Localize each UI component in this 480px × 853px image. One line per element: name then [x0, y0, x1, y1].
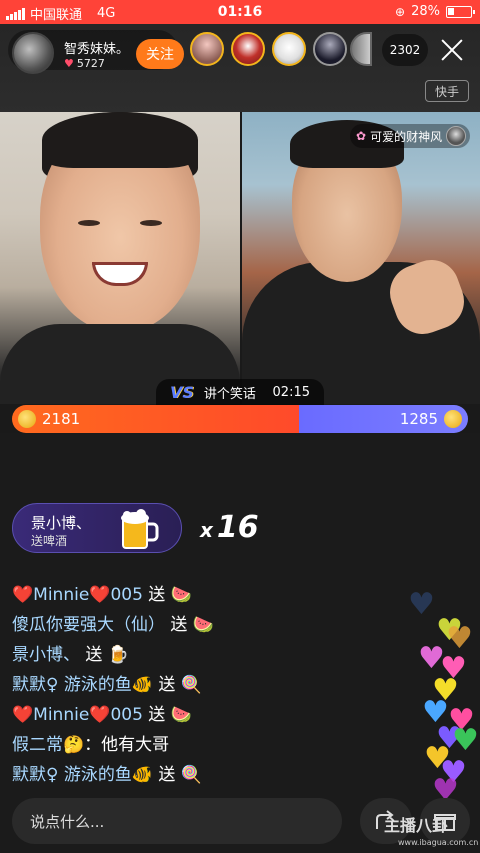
- pk-score-left: 2181: [12, 405, 300, 433]
- comment-input[interactable]: 说点什么...: [12, 798, 342, 844]
- vs-icon: VS: [170, 382, 194, 402]
- host-video[interactable]: [0, 112, 240, 404]
- watermark-text: 主播八卦: [384, 816, 449, 835]
- gift-sender: 景小博、: [31, 514, 92, 532]
- pk-left-score: 2181: [42, 410, 81, 428]
- viewer-count[interactable]: 2302: [382, 34, 428, 66]
- chat-message: 默默♀ 游泳的鱼🐠 送 🍭: [12, 670, 372, 700]
- battery-level: [448, 7, 454, 15]
- chat-nick[interactable]: 默默♀ 游泳的鱼🐠: [12, 765, 153, 785]
- host-likes-count: 5727: [76, 57, 105, 70]
- chat-nick[interactable]: 景小博、: [12, 645, 80, 665]
- viewer-avatar[interactable]: [313, 32, 347, 66]
- video-hair: [42, 112, 198, 168]
- platform-tag: 快手: [425, 80, 469, 102]
- flower-icon: ✿: [356, 129, 367, 143]
- guest-avatar: [446, 126, 467, 146]
- status-right: ⊕ 28%: [395, 4, 475, 19]
- chat-message: 傻瓜你要强大（仙） 送 🍉: [12, 610, 372, 640]
- guest-tag[interactable]: ✿ 可爱的财神风: [350, 124, 471, 148]
- viewer-avatar[interactable]: [350, 32, 372, 66]
- chat-text: 送: [80, 645, 108, 665]
- heart-icon: ♥: [408, 587, 435, 622]
- gift-count-value: 16: [216, 510, 259, 545]
- status-bar: 中国联通 4G 01:16 ⊕ 28%: [0, 0, 480, 24]
- guest-video[interactable]: [242, 112, 480, 404]
- chat-text: 送: [153, 675, 181, 695]
- coin-icon: [444, 410, 462, 428]
- heart-icon: ♥: [446, 621, 473, 656]
- viewer-avatar[interactable]: [190, 32, 224, 66]
- chat-message: ❤️Minnie❤️005 送 🍉: [12, 580, 372, 610]
- battery-icon: [446, 5, 475, 18]
- watermelon-icon: 🍉: [170, 705, 192, 725]
- live-header: 智秀妹妹。 ♥ 5727 关注 2302 快手: [0, 24, 480, 112]
- guest-name: 可爱的财神风: [370, 129, 443, 144]
- lollipop-icon: 🍭: [180, 765, 203, 785]
- close-icon[interactable]: [438, 36, 466, 64]
- chat-text: 送: [153, 765, 181, 785]
- watermelon-icon: 🍉: [192, 615, 214, 635]
- host-likes: ♥ 5727: [64, 57, 105, 70]
- chat-text: 送: [142, 705, 171, 725]
- chat-nick[interactable]: ❤️Minnie❤️005: [12, 585, 143, 605]
- chat-message: 假二常🤔：他有大哥: [12, 730, 372, 760]
- pk-status: VS 讲个笑话 02:15: [156, 379, 324, 405]
- heart-icon: ♥: [452, 723, 479, 758]
- chat-message: ❤️Minnie❤️005 送 🍉: [12, 700, 372, 730]
- watermelon-icon: 🍉: [170, 585, 192, 605]
- video-eye: [140, 220, 162, 226]
- video-eye: [78, 220, 100, 226]
- chat-nick[interactable]: 默默♀ 游泳的鱼🐠: [12, 675, 153, 695]
- battery-label: 28%: [411, 4, 440, 19]
- chat-message: 景小博、 送 🍺: [12, 640, 372, 670]
- pk-score-right: 1285: [299, 405, 468, 433]
- gift-count-prefix: x: [200, 518, 213, 542]
- pk-score-bar: 2181 1285: [12, 405, 468, 433]
- beer-icon: 🍺: [107, 645, 129, 665]
- chat-message: 默默♀ 游泳的鱼🐠 送 🍭: [12, 760, 372, 790]
- host-avatar[interactable]: [12, 32, 54, 74]
- beer-icon: [121, 509, 159, 549]
- gift-count: x 16: [200, 510, 259, 545]
- chat-list: ❤️Minnie❤️005 送 🍉 傻瓜你要强大（仙） 送 🍉 景小博、 送 🍺…: [12, 580, 372, 790]
- pk-topic: 讲个笑话: [203, 386, 256, 402]
- chat-nick[interactable]: 假二常🤔: [12, 735, 84, 755]
- chat-nick[interactable]: ❤️Minnie❤️005: [12, 705, 143, 725]
- viewer-avatar[interactable]: [272, 32, 306, 66]
- chat-text: 送: [165, 615, 193, 635]
- gift-description: 送啤酒: [31, 534, 68, 548]
- lock-rotation-icon: ⊕: [395, 4, 406, 19]
- viewer-avatar[interactable]: [231, 32, 265, 66]
- gift-banner: 景小博、 送啤酒: [12, 503, 182, 553]
- pk-timer: 02:15: [272, 384, 310, 400]
- chat-text: ：他有大哥: [84, 735, 170, 755]
- watermark-url: www.ibagua.com.cn: [398, 838, 479, 847]
- host-info[interactable]: 智秀妹妹。 ♥ 5727 关注: [8, 30, 184, 74]
- follow-button[interactable]: 关注: [136, 39, 184, 69]
- host-name: 智秀妹妹。: [64, 42, 130, 57]
- chat-text: 送: [142, 585, 171, 605]
- pk-right-score: 1285: [399, 410, 438, 428]
- lollipop-icon: 🍭: [180, 675, 203, 695]
- heart-icon: ♥: [64, 57, 74, 70]
- chat-nick[interactable]: 傻瓜你要强大（仙）: [12, 615, 165, 635]
- coin-icon: [18, 410, 36, 428]
